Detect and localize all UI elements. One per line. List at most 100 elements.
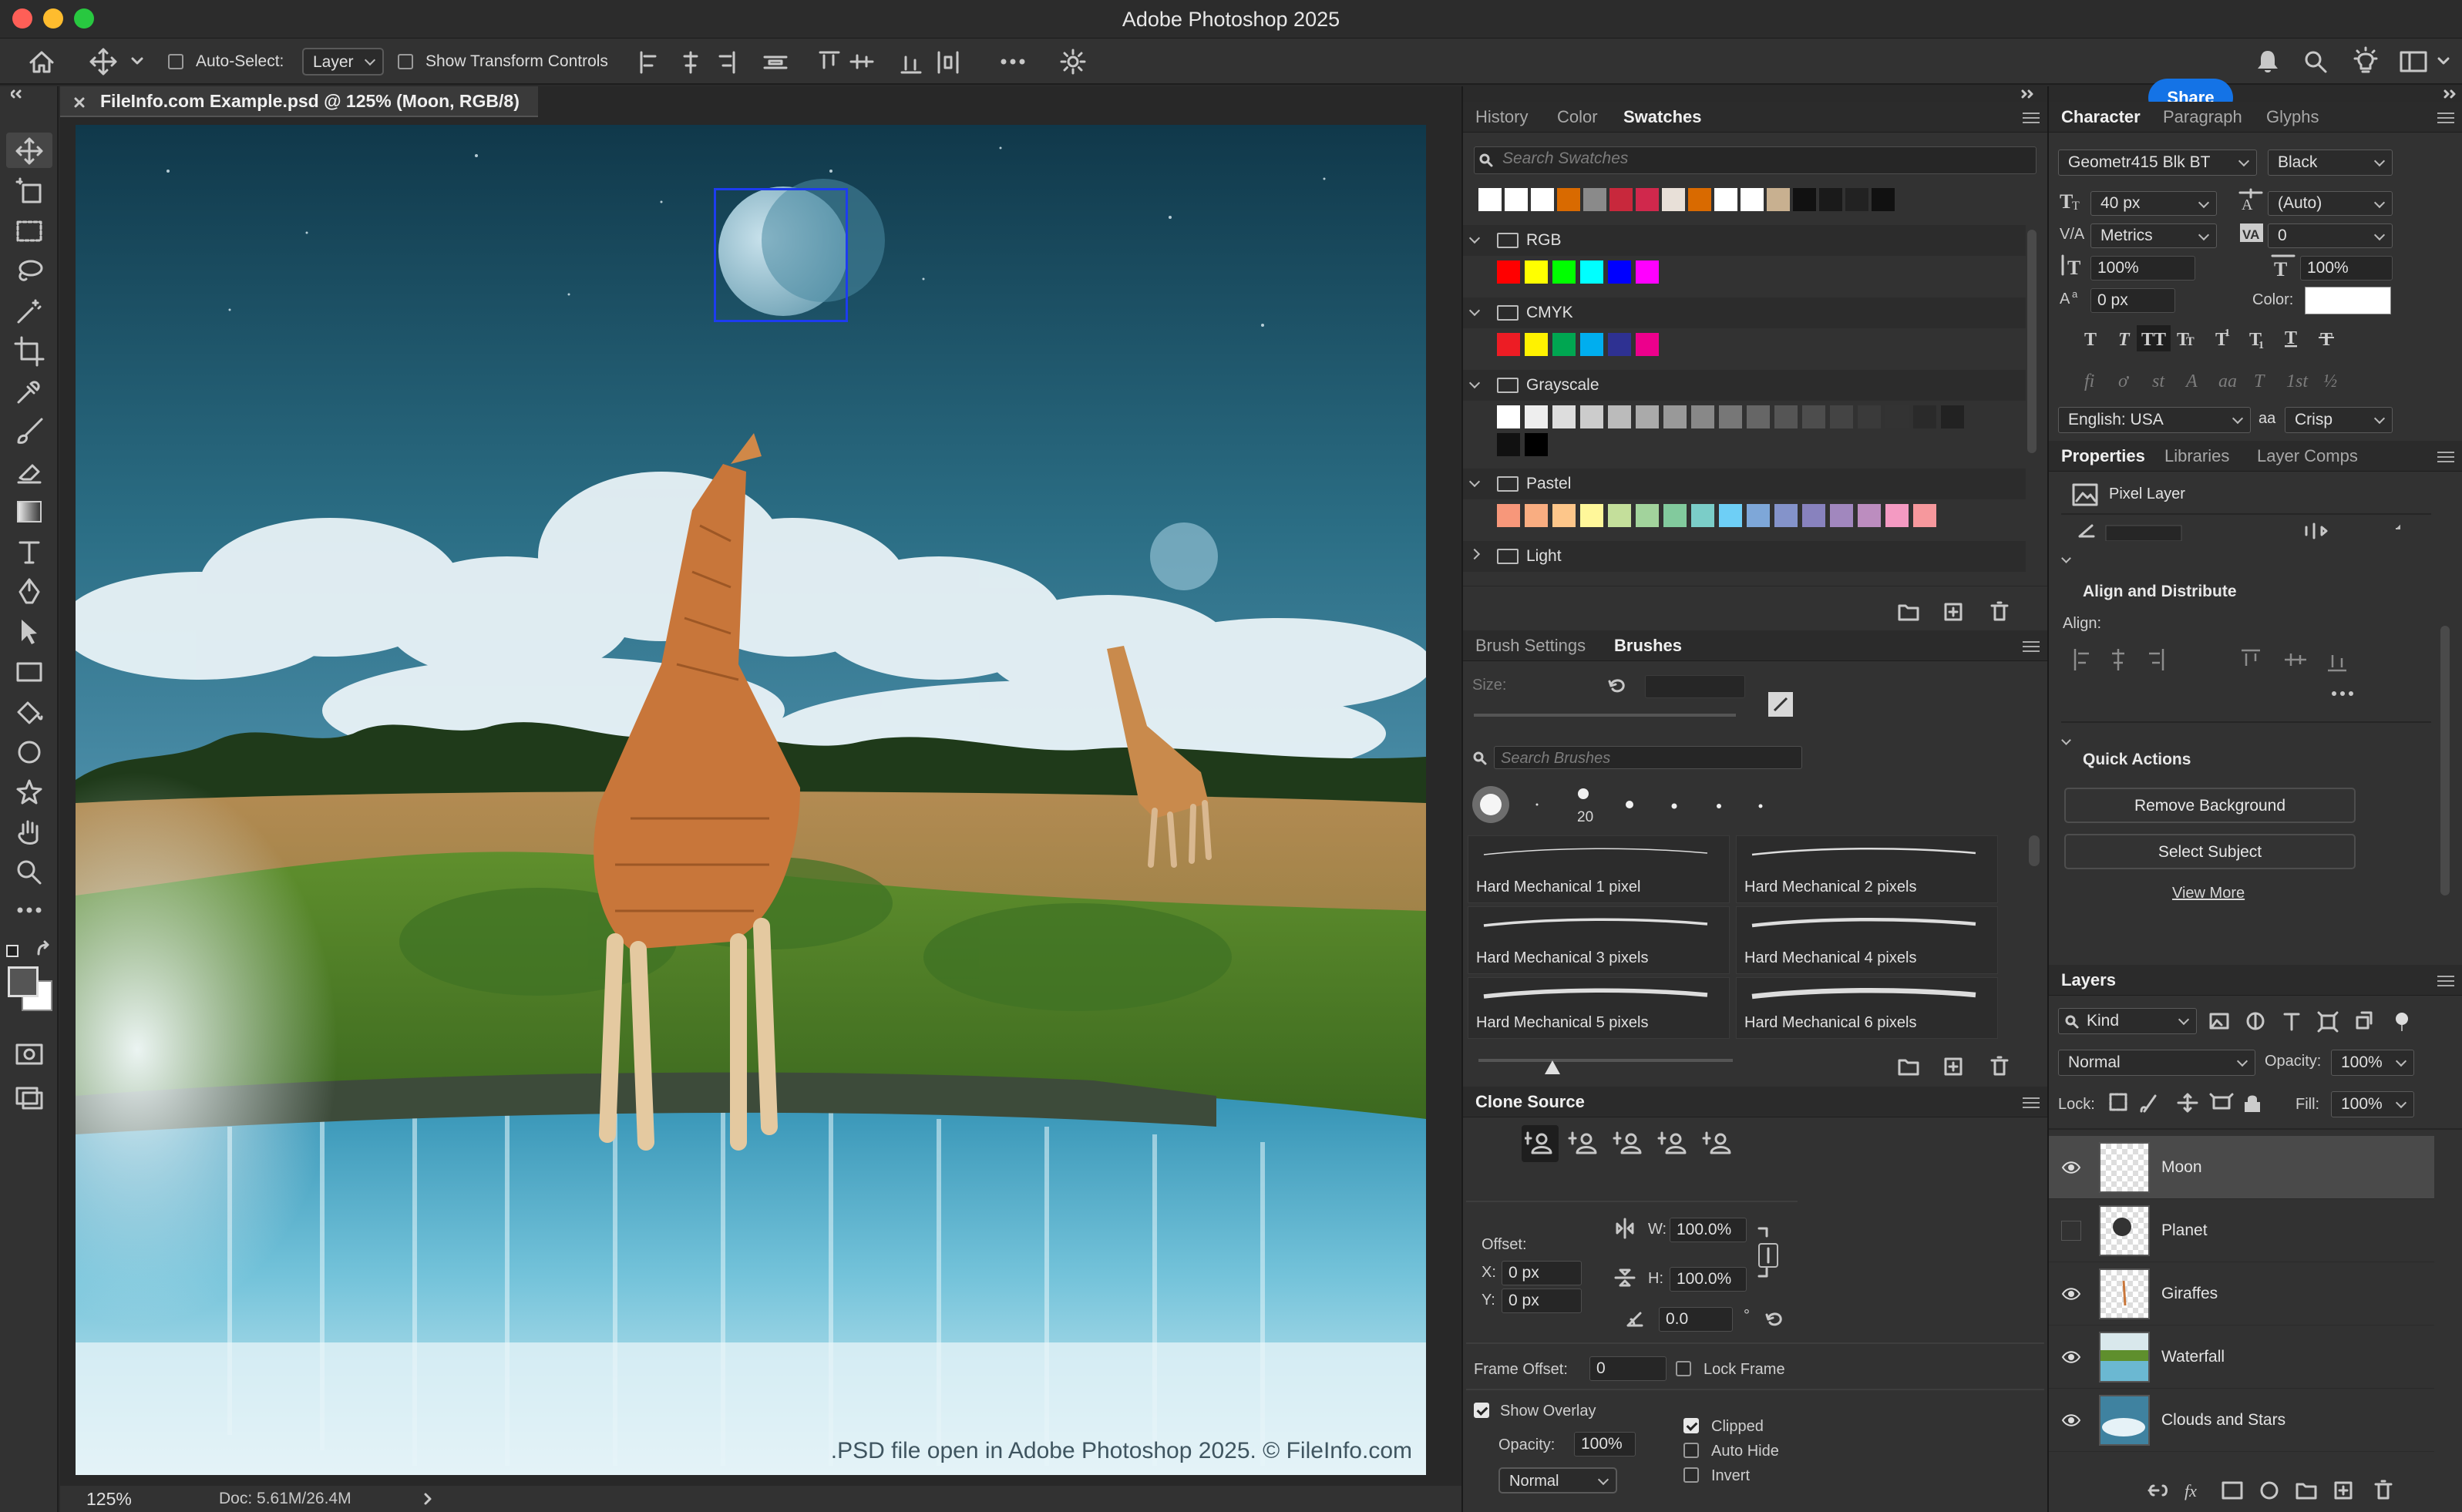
notifications-bell-icon[interactable]	[2254, 48, 2282, 76]
swap-colors-icon[interactable]	[34, 940, 52, 959]
color-swatch[interactable]	[1580, 333, 1603, 356]
tab-properties[interactable]: Properties	[2061, 441, 2145, 472]
align-distribute-title[interactable]: Align and Distribute	[2083, 583, 2237, 601]
color-swatch[interactable]	[1525, 433, 1548, 456]
scrollbar[interactable]	[2027, 230, 2037, 453]
brush-tool-icon[interactable]	[14, 416, 45, 447]
discover-lightbulb-icon[interactable]	[2351, 46, 2380, 76]
tab-layers[interactable]: Layers	[2061, 965, 2116, 996]
color-swatch[interactable]	[1608, 333, 1631, 356]
swatch-footer-buttons[interactable]	[1895, 600, 2033, 623]
slider-thumb[interactable]	[1543, 1059, 1562, 1076]
rectangle-tool-icon[interactable]	[14, 657, 45, 687]
more-options-icon[interactable]	[999, 54, 1027, 69]
panel-menu-icon[interactable]	[2023, 113, 2040, 123]
lock-frame-checkbox[interactable]	[1676, 1361, 1691, 1376]
quick-actions-title[interactable]: Quick Actions	[2083, 751, 2191, 769]
horizontal-scale-input[interactable]: 100%	[2300, 256, 2393, 281]
color-swatch[interactable]	[1552, 260, 1576, 284]
opentype-buttons[interactable]: fi ơ st Aaa T 1st ½	[2083, 367, 2391, 395]
canvas[interactable]: .PSD file open in Adobe Photoshop 2025. …	[76, 125, 1426, 1475]
layer-fill-dropdown[interactable]: 100%	[2331, 1091, 2414, 1117]
color-swatch[interactable]	[1885, 504, 1909, 527]
color-swatch[interactable]	[1719, 405, 1742, 428]
color-swatch[interactable]	[1636, 504, 1659, 527]
more-align-options-icon[interactable]	[2329, 686, 2356, 701]
swatch-group-cmyk[interactable]: CMYK	[1463, 297, 2026, 328]
search-brushes-input[interactable]: Search Brushes	[1494, 746, 1802, 769]
swatch-group-pastel[interactable]: Pastel	[1463, 469, 2026, 499]
size-input[interactable]	[1645, 675, 1745, 698]
color-swatch[interactable]	[1497, 433, 1520, 456]
show-transform-checkbox[interactable]	[398, 54, 413, 69]
tab-character[interactable]: Character	[2061, 102, 2141, 133]
baseline-shift-input[interactable]: 0 px	[2090, 288, 2175, 313]
scrollbar[interactable]	[2029, 835, 2040, 866]
color-swatch[interactable]	[1691, 504, 1714, 527]
layer-name[interactable]: Giraffes	[2161, 1262, 2218, 1326]
chevron-down-icon[interactable]	[129, 55, 145, 68]
chevron-down-icon[interactable]	[2061, 553, 2074, 567]
size-slider[interactable]	[1474, 714, 1736, 717]
tab-color[interactable]: Color	[1557, 102, 1598, 133]
settings-gear-icon[interactable]	[1059, 48, 1087, 76]
swatch-group-rgb[interactable]: RGB	[1463, 225, 2026, 256]
reset-transform-icon[interactable]	[1764, 1309, 1785, 1329]
overlay-opacity-input[interactable]: 100%	[1574, 1432, 1636, 1457]
zoom-level[interactable]: 125%	[86, 1486, 132, 1512]
move-tool-icon[interactable]	[14, 136, 45, 166]
color-swatch[interactable]	[1714, 188, 1737, 211]
color-swatch[interactable]	[1858, 504, 1881, 527]
brush-preset[interactable]: Hard Mechanical 4 pixels	[1736, 906, 1998, 974]
color-swatch[interactable]	[1845, 188, 1868, 211]
close-tab-icon[interactable]	[74, 97, 85, 108]
color-swatch[interactable]	[1913, 504, 1936, 527]
brush-preset[interactable]: Hard Mechanical 1 pixel	[1468, 835, 1730, 903]
layers-footer-buttons[interactable]: fx	[2146, 1477, 2454, 1504]
color-swatch[interactable]	[1557, 188, 1580, 211]
color-swatch[interactable]	[1741, 188, 1764, 211]
color-swatch[interactable]	[1688, 188, 1711, 211]
more-tools-icon[interactable]	[14, 899, 45, 929]
tab-swatches[interactable]: Swatches	[1623, 102, 1702, 133]
brush-preset[interactable]: Hard Mechanical 5 pixels	[1468, 977, 1730, 1039]
hand-tool-icon[interactable]	[14, 817, 45, 848]
search-icon[interactable]	[2302, 48, 2329, 76]
tab-clone-source[interactable]: Clone Source	[1475, 1087, 1585, 1117]
default-colors-icon[interactable]	[6, 945, 18, 957]
clipped-checkbox[interactable]	[1683, 1418, 1699, 1433]
color-swatch[interactable]	[1608, 405, 1631, 428]
overlay-blend-dropdown[interactable]: Normal	[1498, 1467, 1617, 1494]
color-swatch[interactable]	[1583, 188, 1606, 211]
color-swatch[interactable]	[1802, 405, 1825, 428]
zoom-tool-icon[interactable]	[14, 857, 45, 888]
tracking-dropdown[interactable]: 0	[2268, 223, 2393, 248]
font-style-dropdown[interactable]: Black	[2268, 150, 2393, 176]
clone-source-buttons[interactable]	[1525, 1128, 1764, 1159]
offset-y-input[interactable]: 0 px	[1502, 1289, 1582, 1313]
blend-mode-dropdown[interactable]: Normal	[2058, 1050, 2255, 1076]
color-swatch[interactable]	[1663, 504, 1687, 527]
frame-offset-input[interactable]: 0	[1589, 1356, 1667, 1381]
color-swatch[interactable]	[1793, 188, 1816, 211]
panel-menu-icon[interactable]	[2437, 452, 2454, 462]
color-swatch[interactable]	[1858, 405, 1881, 428]
tab-glyphs[interactable]: Glyphs	[2266, 102, 2319, 133]
transform-row-partial[interactable]	[2077, 521, 2400, 541]
color-swatch[interactable]	[1913, 405, 1936, 428]
custom-shape-tool-icon[interactable]	[14, 777, 45, 808]
width-scale-input[interactable]: 100.0%	[1670, 1218, 1747, 1242]
color-swatch[interactable]	[1505, 188, 1528, 211]
ellipse-tool-icon[interactable]	[14, 737, 45, 768]
color-swatch[interactable]	[1636, 405, 1659, 428]
kerning-dropdown[interactable]: Metrics	[2090, 223, 2217, 248]
foreground-color-swatch[interactable]	[8, 966, 39, 997]
color-swatch[interactable]	[1552, 405, 1576, 428]
swatch-group-grayscale[interactable]: Grayscale	[1463, 370, 2026, 401]
layer-name[interactable]: Clouds and Stars	[2161, 1389, 2285, 1452]
tab-brush-settings[interactable]: Brush Settings	[1475, 630, 1586, 661]
collapse-icon[interactable]	[11, 89, 26, 99]
chevron-right-icon[interactable]	[422, 1492, 435, 1506]
chevron-down-icon[interactable]	[2061, 726, 2074, 745]
lasso-tool-icon[interactable]	[14, 256, 45, 287]
